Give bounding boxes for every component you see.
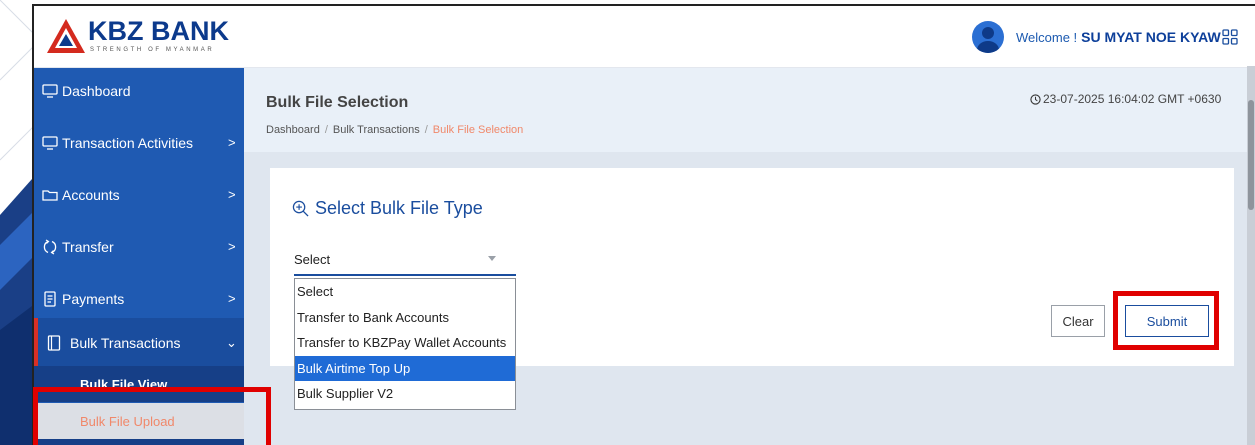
main-content: Bulk File Selection Dashboard / Bulk Trans… xyxy=(244,68,1255,445)
submit-button[interactable]: Submit xyxy=(1125,305,1209,337)
sidebar-item-label: Transfer xyxy=(62,239,114,255)
chevron-right-icon: > xyxy=(228,187,236,202)
sidebar-item-accounts[interactable]: Accounts > xyxy=(34,186,244,236)
bulk-file-type-select[interactable]: Select xyxy=(294,244,516,276)
sidebar-item-transfer[interactable]: Transfer > xyxy=(34,238,244,288)
book-icon xyxy=(47,335,61,351)
sidebar-item-bulk-transactions[interactable]: Bulk Transactions ⌄ xyxy=(34,318,244,366)
user-welcome[interactable]: Welcome ! SU MYAT NOE KYAW xyxy=(972,20,1221,54)
sidebar-item-label: Dashboard xyxy=(62,83,131,99)
clock-icon xyxy=(1030,93,1041,105)
kbz-logo[interactable]: KBZ BANK STRENGTH OF MYANMAR xyxy=(44,14,244,60)
caret-down-icon xyxy=(488,256,496,261)
clear-button[interactable]: Clear xyxy=(1051,305,1105,337)
transfer-icon xyxy=(43,239,57,255)
dropdown-option-select[interactable]: Select xyxy=(295,279,515,305)
server-datetime: 23-07-2025 16:04:02 GMT +0630 xyxy=(1030,92,1221,106)
sidebar-next-item xyxy=(34,439,244,445)
chevron-right-icon: > xyxy=(228,291,236,306)
sidebar-item-transaction-activities[interactable]: Transaction Activities > xyxy=(34,134,244,184)
receipt-icon xyxy=(44,291,56,307)
sidebar-item-label: Bulk Transactions xyxy=(70,335,181,351)
breadcrumb-bulk-transactions[interactable]: Bulk Transactions xyxy=(333,124,420,136)
chevron-right-icon: > xyxy=(228,239,236,254)
breadcrumb-dashboard[interactable]: Dashboard xyxy=(266,124,320,136)
scrollbar-thumb[interactable] xyxy=(1248,100,1254,210)
page-title: Bulk File Selection xyxy=(266,94,409,111)
dropdown-option-bank-accounts[interactable]: Transfer to Bank Accounts xyxy=(295,305,515,331)
dropdown-option-kbzpay-wallet[interactable]: Transfer to KBZPay Wallet Accounts xyxy=(295,330,515,356)
bulk-file-type-dropdown: Select Transfer to Bank Accounts Transfe… xyxy=(294,278,516,410)
monitor-icon xyxy=(42,84,58,98)
grid-icon[interactable] xyxy=(1222,29,1238,45)
sidebar-subitem-label: Bulk File Upload xyxy=(80,413,175,429)
sidebar: Dashboard Transaction Activities > Accou… xyxy=(34,68,244,445)
sidebar-item-dashboard[interactable]: Dashboard xyxy=(34,82,244,132)
logo-triangle-icon xyxy=(47,19,85,53)
user-name: SU MYAT NOE KYAW xyxy=(1081,29,1221,45)
sidebar-subitem-bulk-file-view[interactable]: Bulk File View xyxy=(34,366,244,402)
brand-name: KBZ BANK xyxy=(88,16,229,46)
sidebar-subitem-bulk-file-upload[interactable]: Bulk File Upload xyxy=(34,403,244,439)
folder-icon xyxy=(42,190,58,201)
breadcrumb: Dashboard / Bulk Transactions / Bulk File Se… xyxy=(266,124,524,136)
dropdown-option-airtime-top-up[interactable]: Bulk Airtime Top Up xyxy=(295,355,515,381)
breadcrumb-current: Bulk File Selection xyxy=(432,124,524,136)
page-header: Bulk File Selection Dashboard / Bulk Trans… xyxy=(244,68,1255,152)
sidebar-item-label: Transaction Activities xyxy=(62,135,193,151)
chevron-right-icon: > xyxy=(228,135,236,150)
card-title: Select Bulk File Type xyxy=(292,198,483,219)
datetime-text: 23-07-2025 16:04:02 GMT +0630 xyxy=(1043,92,1222,106)
bulk-file-type-card: Select Bulk File Type Select Select Tran… xyxy=(270,168,1234,410)
dropdown-option-supplier-v2[interactable]: Bulk Supplier V2 xyxy=(295,381,515,407)
card-title-text: Select Bulk File Type xyxy=(315,198,483,218)
monitor-icon xyxy=(42,136,58,150)
brand-tagline: STRENGTH OF MYANMAR xyxy=(90,47,215,53)
avatar[interactable] xyxy=(972,21,1004,53)
sidebar-subitem-label: Bulk File View xyxy=(80,376,168,392)
welcome-label: Welcome ! xyxy=(1016,29,1078,45)
chevron-down-icon: ⌄ xyxy=(226,335,237,350)
select-value: Select xyxy=(294,252,331,267)
banking-app-window: KBZ BANK STRENGTH OF MYANMAR Welcome ! S… xyxy=(32,4,1255,445)
sidebar-item-label: Accounts xyxy=(62,187,120,203)
zoom-in-icon xyxy=(292,200,309,217)
sidebar-item-label: Payments xyxy=(62,291,125,307)
top-header: KBZ BANK STRENGTH OF MYANMAR Welcome ! S… xyxy=(34,6,1255,68)
